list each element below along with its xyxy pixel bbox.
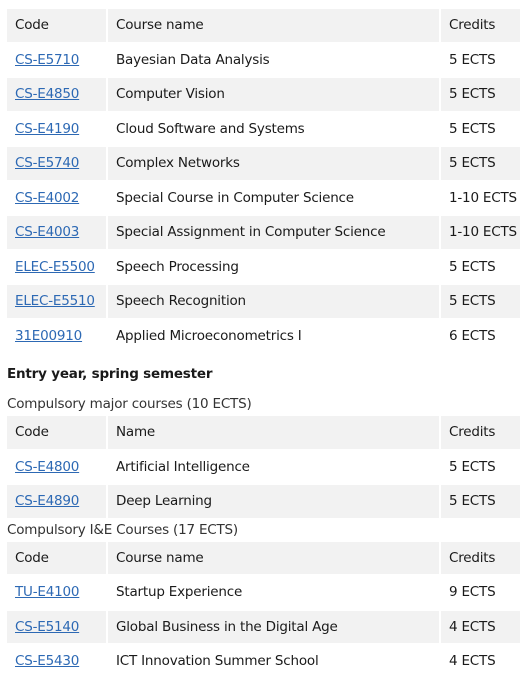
header-credits: Credits xyxy=(441,9,520,42)
course-code-link[interactable]: CS-E4800 xyxy=(15,459,79,475)
section-heading: Entry year, spring semester xyxy=(7,366,213,382)
course-code-link[interactable]: CS-E4003 xyxy=(15,224,79,240)
major-courses-table: Code Name Credits CS-E4800 Artificial In… xyxy=(5,414,522,520)
header-course-name: Course name xyxy=(108,541,439,574)
course-name: Complex Networks xyxy=(108,147,439,180)
course-credits: 4 ECTS xyxy=(449,653,496,670)
header-course-name: Course name xyxy=(108,9,439,42)
table-row: CS-E4190 Cloud Software and Systems 5 EC… xyxy=(7,113,520,146)
course-code-link[interactable]: CS-E4890 xyxy=(15,493,79,509)
course-name: Speech Recognition xyxy=(108,285,439,318)
course-credits: 5 ECTS xyxy=(441,78,520,111)
content: Code Course name Credits CS-E5710 Bayesi… xyxy=(0,0,527,680)
header-code: Code xyxy=(7,416,106,449)
course-code-link[interactable]: ELEC-E5500 xyxy=(15,259,95,275)
table-row: CS-E5740 Complex Networks 5 ECTS xyxy=(7,147,520,180)
header-code: Code xyxy=(7,9,106,42)
course-credits: 9 ECTS xyxy=(449,584,496,601)
table-caption-major: Compulsory major courses (10 ECTS) xyxy=(7,396,252,412)
table-row: 31E00910 Applied Microeconometrics I 6 E… xyxy=(7,320,520,353)
course-code-link[interactable]: 31E00910 xyxy=(15,328,82,344)
table-row: CS-E5140 Global Business in the Digital … xyxy=(7,610,520,643)
course-name: Bayesian Data Analysis xyxy=(116,51,270,68)
course-credits: 6 ECTS xyxy=(449,327,496,344)
course-credits: 5 ECTS xyxy=(449,258,496,275)
course-code-link[interactable]: CS-E5430 xyxy=(15,653,79,669)
header-code: Code xyxy=(7,541,106,574)
table-row: CS-E5430 ICT Innovation Summer School 4 … xyxy=(7,645,520,678)
header-credits: Credits xyxy=(441,416,520,449)
elective-courses-table: Code Course name Credits CS-E5710 Bayesi… xyxy=(5,7,522,354)
ie-courses-table: Code Course name Credits TU-E4100 Startu… xyxy=(5,540,522,680)
course-name: Computer Vision xyxy=(108,78,439,111)
course-name: Deep Learning xyxy=(108,485,439,518)
course-name: Special Course in Computer Science xyxy=(116,189,354,206)
table-caption-ie: Compulsory I&E Courses (17 ECTS) xyxy=(7,521,238,538)
table-row: TU-E4100 Startup Experience 9 ECTS xyxy=(7,576,520,609)
table-row: CS-E4850 Computer Vision 5 ECTS xyxy=(7,78,520,111)
course-code-link[interactable]: CS-E4190 xyxy=(15,121,79,137)
course-code-link[interactable]: CS-E4002 xyxy=(15,190,79,206)
table-row: CS-E4800 Artificial Intelligence 5 ECTS xyxy=(7,451,520,484)
course-name: Applied Microeconometrics I xyxy=(116,327,302,344)
course-credits: 5 ECTS xyxy=(441,147,520,180)
table-header-row: Code Course name Credits xyxy=(7,9,520,42)
table-row: ELEC-E5500 Speech Processing 5 ECTS xyxy=(7,251,520,284)
course-name: Startup Experience xyxy=(116,584,243,601)
table-row: ELEC-E5510 Speech Recognition 5 ECTS xyxy=(7,285,520,318)
table-row: CS-E4890 Deep Learning 5 ECTS xyxy=(7,485,520,518)
course-code-link[interactable]: ELEC-E5510 xyxy=(15,293,95,309)
table-header-row: Code Name Credits xyxy=(7,416,520,449)
course-code-link[interactable]: CS-E4850 xyxy=(15,86,79,102)
course-name: Global Business in the Digital Age xyxy=(108,610,439,643)
course-credits: 5 ECTS xyxy=(449,51,496,68)
course-name: Cloud Software and Systems xyxy=(116,120,305,137)
course-code-link[interactable]: CS-E5710 xyxy=(15,52,79,68)
header-name: Name xyxy=(108,416,439,449)
course-code-link[interactable]: CS-E5740 xyxy=(15,155,79,171)
course-credits: 5 ECTS xyxy=(441,285,520,318)
course-credits: 1-10 ECTS xyxy=(441,216,520,249)
course-code-link[interactable]: TU-E4100 xyxy=(15,584,79,600)
table-row: CS-E5710 Bayesian Data Analysis 5 ECTS xyxy=(7,44,520,77)
course-name: ICT Innovation Summer School xyxy=(116,653,319,670)
course-code-link[interactable]: CS-E5140 xyxy=(15,619,79,635)
course-credits: 5 ECTS xyxy=(449,120,496,137)
table-row: CS-E4002 Special Course in Computer Scie… xyxy=(7,182,520,215)
course-credits: 5 ECTS xyxy=(449,458,496,475)
course-name: Artificial Intelligence xyxy=(116,458,250,475)
course-credits: 1-10 ECTS xyxy=(449,189,517,206)
course-credits: 4 ECTS xyxy=(441,610,520,643)
table-header-row: Code Course name Credits xyxy=(7,541,520,574)
course-name: Special Assignment in Computer Science xyxy=(108,216,439,249)
header-credits: Credits xyxy=(441,541,520,574)
course-name: Speech Processing xyxy=(116,258,239,275)
table-row: CS-E4003 Special Assignment in Computer … xyxy=(7,216,520,249)
course-credits: 5 ECTS xyxy=(441,485,520,518)
